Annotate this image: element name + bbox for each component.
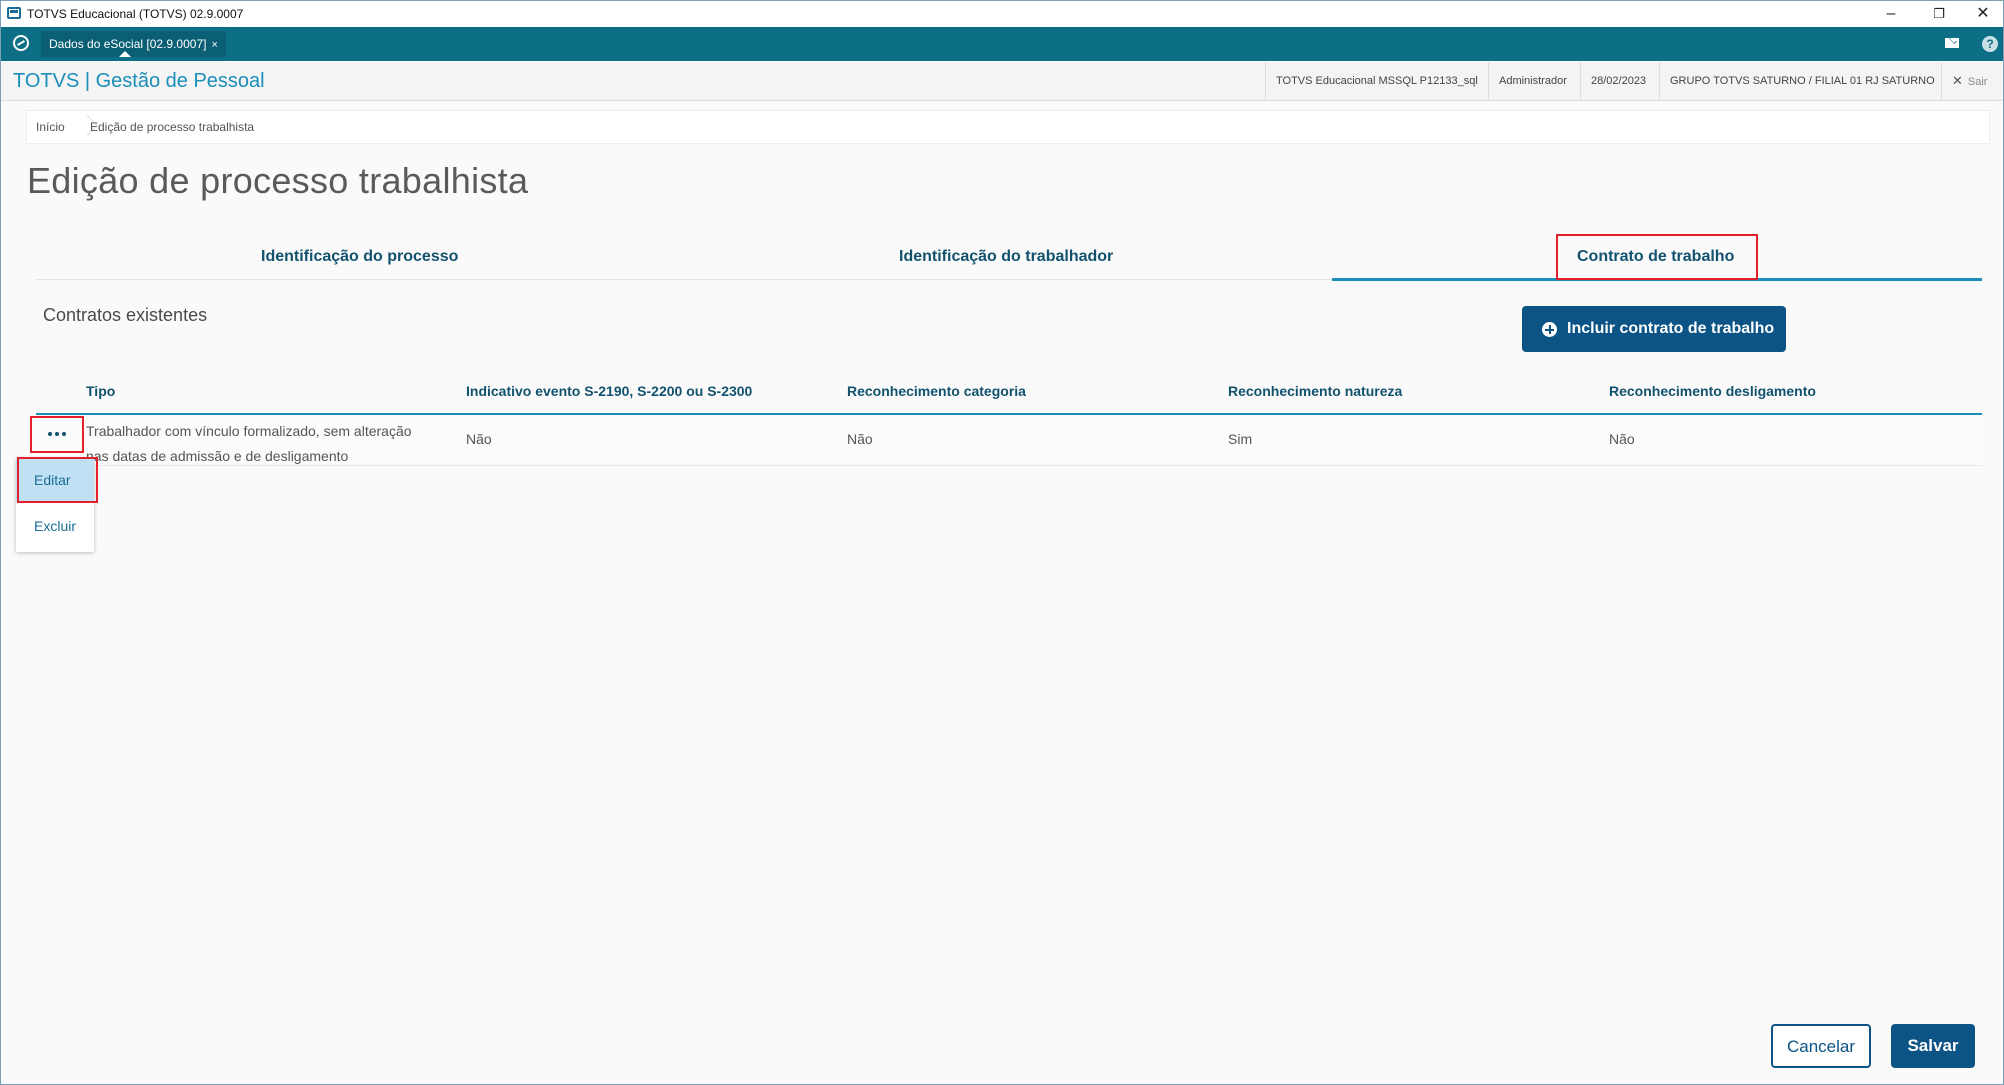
cell-tipo-line2: nas datas de admissão e de desligamento (86, 448, 349, 464)
cell-indicativo: Não (466, 431, 492, 447)
breadcrumb-home[interactable]: Início (36, 120, 65, 134)
tab-highlight-box (1556, 234, 1758, 280)
cell-tipo-line1: Trabalhador com vínculo formalizado, sem… (86, 423, 412, 439)
breadcrumb: Início Edição de processo trabalhista (26, 110, 1990, 144)
help-icon[interactable]: ? (1982, 36, 1998, 52)
table-header: Tipo Indicativo evento S-2190, S-2200 ou… (36, 369, 1982, 415)
logout-button[interactable]: ✕ Sair (1941, 62, 1997, 100)
page-title: Edição de processo trabalhista (27, 160, 529, 201)
add-contract-label: Incluir contrato de trabalho (1567, 320, 1775, 337)
table-row: Trabalhador com vínculo formalizado, sem… (36, 415, 1982, 466)
restore-button[interactable]: ❐ (1919, 2, 1959, 26)
cell-natureza: Sim (1228, 431, 1253, 447)
edit-highlight-box (17, 457, 98, 503)
tab-identificacao-processo[interactable]: Identificação do processo (261, 248, 458, 266)
module-tab-strip: Dados do eSocial [02.9.0007] × (1, 27, 2003, 61)
product-header: TOTVS | Gestão de Pessoal TOTVS Educacio… (1, 62, 2003, 101)
minimize-button[interactable]: – (1871, 2, 1911, 26)
window-title: TOTVS Educacional (TOTVS) 02.9.0007 (27, 7, 244, 21)
section-title: Contratos existentes (43, 305, 208, 325)
tab-identificacao-trabalhador[interactable]: Identificação do trabalhador (899, 248, 1113, 266)
column-header-tipo[interactable]: Tipo (86, 383, 115, 399)
cancel-button[interactable]: Cancelar (1771, 1024, 1871, 1068)
user-info: Administrador (1488, 62, 1577, 100)
column-header-natureza[interactable]: Reconhecimento natureza (1228, 383, 1402, 399)
close-window-button[interactable]: ✕ (1963, 2, 2003, 26)
cell-tipo: Trabalhador com vínculo formalizado, sem… (86, 419, 446, 469)
plus-circle-icon (1542, 322, 1557, 337)
column-header-indicativo[interactable]: Indicativo evento S-2190, S-2200 ou S-23… (466, 383, 752, 399)
tab-dados-esocial[interactable]: Dados do eSocial [02.9.0007] × (41, 31, 226, 57)
breadcrumb-current: Edição de processo trabalhista (90, 120, 255, 134)
cell-categoria: Não (847, 431, 873, 447)
active-tab-pointer-icon (119, 51, 131, 57)
mail-icon[interactable] (1945, 38, 1959, 48)
window-titlebar: TOTVS Educacional (TOTVS) 02.9.0007 – ❐ … (1, 1, 2003, 27)
save-button[interactable]: Salvar (1891, 1024, 1975, 1068)
database-info: TOTVS Educacional MSSQL P12133_sql (1265, 62, 1488, 100)
tab-close-icon[interactable]: × (211, 39, 217, 51)
close-icon: ✕ (1952, 73, 1963, 88)
actions-highlight-box (30, 416, 84, 453)
logout-label: Sair (1967, 76, 1988, 88)
branch-info: GRUPO TOTVS SATURNO / FILIAL 01 RJ SATUR… (1659, 62, 1945, 100)
column-header-categoria[interactable]: Reconhecimento categoria (847, 383, 1026, 399)
column-header-desligamento[interactable]: Reconhecimento desligamento (1609, 383, 1816, 399)
app-window-icon (7, 7, 21, 19)
date-info: 28/02/2023 (1580, 62, 1656, 100)
tab-label: Dados do eSocial [02.9.0007] (49, 37, 207, 51)
product-title: TOTVS | Gestão de Pessoal (13, 70, 265, 92)
totvs-logo-icon[interactable] (13, 35, 29, 51)
add-contract-button[interactable]: Incluir contrato de trabalho (1522, 306, 1786, 352)
cell-desligamento: Não (1609, 431, 1635, 447)
menu-item-excluir[interactable]: Excluir (16, 504, 94, 548)
